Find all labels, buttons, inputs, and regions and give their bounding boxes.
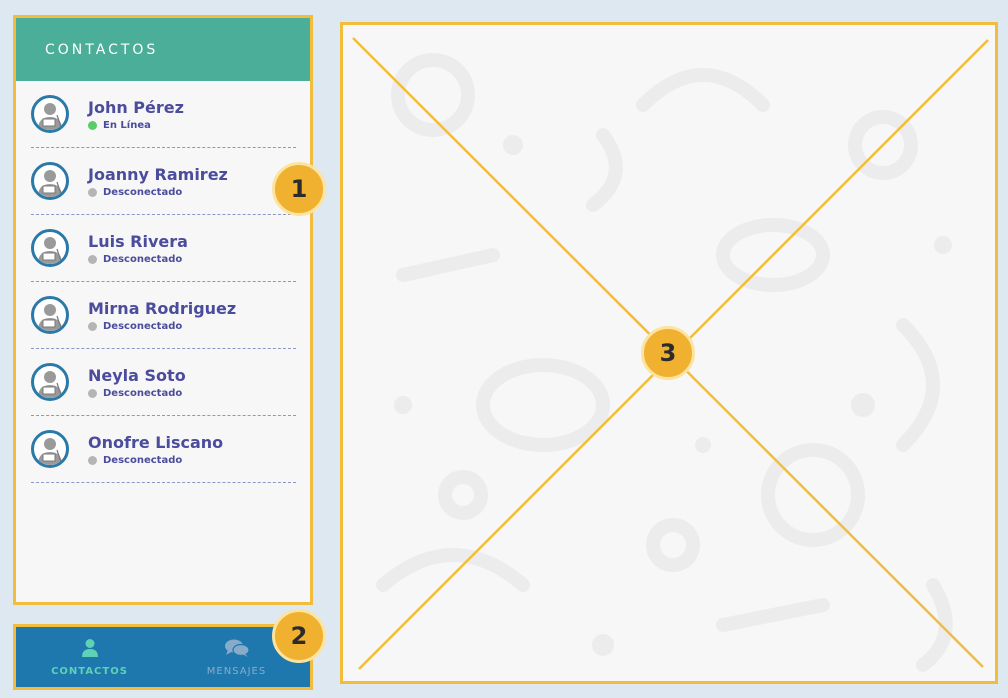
user-avatar-icon [38, 103, 62, 130]
contact-item[interactable]: Joanny Ramirez Desconectado [31, 148, 296, 215]
offline-dot-icon [88, 455, 97, 465]
contact-item[interactable]: Luis Rivera Desconectado [31, 215, 296, 282]
avatar [31, 296, 69, 334]
user-avatar-icon [38, 237, 62, 264]
contact-name: Neyla Soto [88, 365, 186, 385]
callout-badge-3: 3 [641, 326, 695, 380]
user-avatar-icon [38, 304, 62, 331]
status-label: En Línea [103, 119, 151, 131]
user-avatar-icon [38, 170, 62, 197]
callout-badge-2: 2 [272, 609, 326, 663]
offline-dot-icon [88, 187, 97, 197]
callout-badge-1: 1 [272, 162, 326, 216]
contact-status: En Línea [88, 120, 184, 131]
chat-bubbles-icon [224, 639, 250, 657]
user-avatar-icon [38, 371, 62, 398]
offline-dot-icon [88, 321, 97, 331]
tab-mensajes-label: MENSAJES [206, 665, 267, 677]
status-label: Desconectado [103, 454, 183, 466]
contact-item[interactable]: Neyla Soto Desconectado [31, 349, 296, 416]
avatar [31, 430, 69, 468]
tab-contactos[interactable]: CONTACTOS [16, 627, 163, 687]
avatar [31, 229, 69, 267]
contact-status: Desconectado [88, 187, 228, 198]
contact-item[interactable]: John Pérez En Línea [31, 81, 296, 148]
online-dot-icon [88, 120, 97, 130]
contact-item[interactable]: Onofre Liscano Desconectado [31, 416, 296, 483]
tab-contactos-label: CONTACTOS [51, 665, 128, 677]
contacts-title: CONTACTOS [45, 41, 159, 58]
status-label: Desconectado [103, 253, 183, 265]
contact-status: Desconectado [88, 388, 186, 399]
bottom-nav: CONTACTOS MENSAJES [13, 624, 313, 690]
status-label: Desconectado [103, 387, 183, 399]
avatar [31, 95, 69, 133]
contact-name: Luis Rivera [88, 231, 188, 251]
contact-status: Desconectado [88, 455, 223, 466]
status-label: Desconectado [103, 320, 183, 332]
contact-name: John Pérez [88, 97, 184, 117]
avatar [31, 363, 69, 401]
contact-status: Desconectado [88, 321, 236, 332]
contacts-header: CONTACTOS [16, 18, 310, 81]
contact-name: Onofre Liscano [88, 432, 224, 452]
status-label: Desconectado [103, 186, 183, 198]
offline-dot-icon [88, 388, 97, 398]
contact-name: Mirna Rodriguez [88, 298, 237, 318]
contact-name: Joanny Ramirez [88, 164, 228, 184]
offline-dot-icon [88, 254, 97, 264]
contact-list: John Pérez En Línea Joanny Ramirez Desco… [16, 81, 310, 483]
contact-item[interactable]: Mirna Rodriguez Desconectado [31, 282, 296, 349]
contact-status: Desconectado [88, 254, 188, 265]
contacts-panel: CONTACTOS John Pérez En Línea Joanny Ram… [13, 15, 313, 605]
user-icon [81, 638, 98, 657]
user-avatar-icon [38, 438, 62, 465]
avatar [31, 162, 69, 200]
